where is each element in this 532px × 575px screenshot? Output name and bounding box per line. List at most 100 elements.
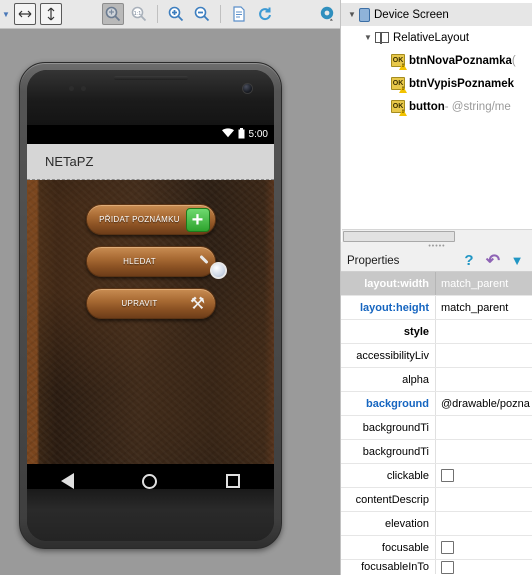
zoom-to-fit-button[interactable] bbox=[101, 3, 124, 25]
tree-node[interactable]: OK button - @string/me bbox=[341, 95, 532, 118]
device-frame: 5:00 NETaPZ PŘIDAT POZNÁMKU + HLEDAT UPR… bbox=[19, 62, 282, 549]
property-value[interactable] bbox=[436, 320, 532, 343]
tree-node[interactable]: ▼ Device Screen bbox=[341, 3, 532, 26]
light-sensor-icon bbox=[81, 86, 86, 91]
tree-node[interactable]: OK btnNovaPoznamka ( bbox=[341, 49, 532, 72]
property-name: background bbox=[341, 392, 436, 415]
btn-nova-poznamka[interactable]: PŘIDAT POZNÁMKU + bbox=[85, 204, 216, 235]
property-name: focusableInTo bbox=[341, 560, 436, 574]
nav-recents-button[interactable] bbox=[225, 474, 240, 488]
zoom-out-button[interactable] bbox=[191, 3, 213, 25]
property-row[interactable]: style bbox=[341, 320, 532, 344]
btn-upravit[interactable]: UPRAVIT ⚒ bbox=[85, 288, 216, 319]
help-icon[interactable]: ? bbox=[457, 252, 481, 269]
tree-node[interactable]: OK btnVypisPoznamek bbox=[341, 72, 532, 95]
btn-vypis-poznamek-label: HLEDAT bbox=[123, 257, 156, 266]
ok-warning-icon: OK bbox=[391, 100, 405, 113]
property-row[interactable]: accessibilityLiv bbox=[341, 344, 532, 368]
design-editor-canvas: ▼ 1:1 5:00 NETaPZ PŘIDAT POZNÁMKU + HLED… bbox=[0, 0, 340, 575]
proximity-sensor-icon bbox=[69, 86, 74, 91]
property-value[interactable] bbox=[436, 560, 532, 574]
device-bottom-bezel bbox=[27, 489, 274, 541]
zoom-in-button[interactable] bbox=[165, 3, 187, 25]
property-row[interactable]: layout:width match_parent bbox=[341, 272, 532, 296]
relative-layout-icon bbox=[375, 31, 389, 44]
tree-node[interactable]: ▼ RelativeLayout bbox=[341, 26, 532, 49]
tree-node-suffix: ( bbox=[511, 54, 516, 67]
caret-dropdown-icon[interactable]: ▼ bbox=[2, 10, 10, 19]
scrollbar-thumb[interactable] bbox=[343, 231, 455, 242]
device-top-bezel bbox=[27, 70, 274, 125]
panel-splitter[interactable]: ••••• bbox=[341, 242, 532, 250]
front-camera-icon bbox=[243, 84, 252, 93]
tree-node-label: btnVypisPoznamek bbox=[409, 77, 515, 90]
property-name: elevation bbox=[341, 512, 436, 535]
btn-nova-poznamka-label: PŘIDAT POZNÁMKU bbox=[99, 215, 180, 224]
tree-node-label: Device Screen bbox=[374, 8, 449, 21]
property-name: alpha bbox=[341, 368, 436, 391]
file-button[interactable] bbox=[228, 3, 250, 25]
zoom-actual-size-button[interactable]: 1:1 bbox=[128, 3, 150, 25]
undo-icon[interactable]: ↶ bbox=[481, 251, 505, 271]
device-screen-icon bbox=[359, 7, 370, 22]
property-name: clickable bbox=[341, 464, 436, 487]
property-value[interactable] bbox=[436, 368, 532, 391]
property-value[interactable]: match_parent bbox=[436, 296, 532, 319]
property-value[interactable] bbox=[436, 512, 532, 535]
plus-icon: + bbox=[185, 207, 210, 232]
property-value[interactable] bbox=[436, 416, 532, 439]
property-value[interactable] bbox=[436, 440, 532, 463]
tree-node-suffix: - @string/me bbox=[444, 100, 511, 113]
toolbar-separator bbox=[156, 5, 158, 23]
property-row[interactable]: contentDescrip bbox=[341, 488, 532, 512]
property-row[interactable]: background @drawable/pozna bbox=[341, 392, 532, 416]
btn-upravit-label: UPRAVIT bbox=[121, 299, 158, 308]
property-checkbox[interactable] bbox=[441, 560, 454, 574]
property-checkbox[interactable] bbox=[441, 541, 454, 554]
property-checkbox[interactable] bbox=[441, 469, 454, 482]
property-value[interactable]: @drawable/pozna bbox=[436, 392, 532, 415]
device-screen: 5:00 NETaPZ PŘIDAT POZNÁMKU + HLEDAT UPR… bbox=[27, 125, 274, 498]
right-panel: ▼ Device Screen ▼ RelativeLayout OK btnNovaPo… bbox=[340, 0, 532, 575]
app-content-background: PŘIDAT POZNÁMKU + HLEDAT UPRAVIT ⚒ bbox=[27, 180, 274, 498]
nav-home-button[interactable] bbox=[142, 473, 158, 489]
expander-icon[interactable]: ▼ bbox=[345, 10, 359, 19]
property-row[interactable]: clickable bbox=[341, 464, 532, 488]
property-row[interactable]: backgroundTi bbox=[341, 416, 532, 440]
property-row[interactable]: layout:height match_parent bbox=[341, 296, 532, 320]
fit-width-button[interactable] bbox=[13, 3, 36, 25]
status-bar-time: 5:00 bbox=[248, 129, 268, 140]
ok-warning-icon: OK bbox=[391, 77, 405, 90]
property-row[interactable]: alpha bbox=[341, 368, 532, 392]
app-action-bar: NETaPZ bbox=[27, 144, 274, 180]
property-value[interactable] bbox=[436, 488, 532, 511]
component-tree: ▼ Device Screen ▼ RelativeLayout OK btnNovaPo… bbox=[341, 0, 532, 228]
tools-icon: ⚒ bbox=[189, 293, 206, 313]
property-value[interactable] bbox=[436, 344, 532, 367]
android-status-bar: 5:00 bbox=[27, 125, 274, 144]
app-title: NETaPZ bbox=[45, 154, 94, 169]
component-tree-hscrollbar[interactable] bbox=[342, 229, 532, 242]
tree-node-label: RelativeLayout bbox=[393, 31, 470, 44]
nav-back-button[interactable] bbox=[61, 473, 75, 489]
refresh-button[interactable] bbox=[254, 3, 276, 25]
expander-icon[interactable]: ▼ bbox=[361, 33, 375, 42]
properties-header: Properties ? ↶ ▼ bbox=[341, 250, 532, 272]
property-row[interactable]: focusable bbox=[341, 536, 532, 560]
svg-text:1:1: 1:1 bbox=[134, 11, 142, 17]
property-value[interactable] bbox=[436, 536, 532, 559]
btn-vypis-poznamek[interactable]: HLEDAT bbox=[85, 246, 227, 279]
property-row[interactable]: focusableInTo bbox=[341, 560, 532, 574]
property-value[interactable] bbox=[436, 464, 532, 487]
property-value[interactable]: match_parent bbox=[436, 272, 532, 295]
tree-node-label: btnNovaPoznamka bbox=[409, 54, 512, 67]
property-name: backgroundTi bbox=[341, 416, 436, 439]
settings-gear-button[interactable] bbox=[316, 3, 338, 25]
property-row[interactable]: backgroundTi bbox=[341, 440, 532, 464]
fit-height-button[interactable] bbox=[39, 3, 62, 25]
property-row[interactable]: elevation bbox=[341, 512, 532, 536]
filter-icon[interactable]: ▼ bbox=[505, 253, 529, 268]
wifi-icon bbox=[221, 128, 234, 141]
property-name: accessibilityLiv bbox=[341, 344, 436, 367]
property-name: layout:height bbox=[341, 296, 436, 319]
